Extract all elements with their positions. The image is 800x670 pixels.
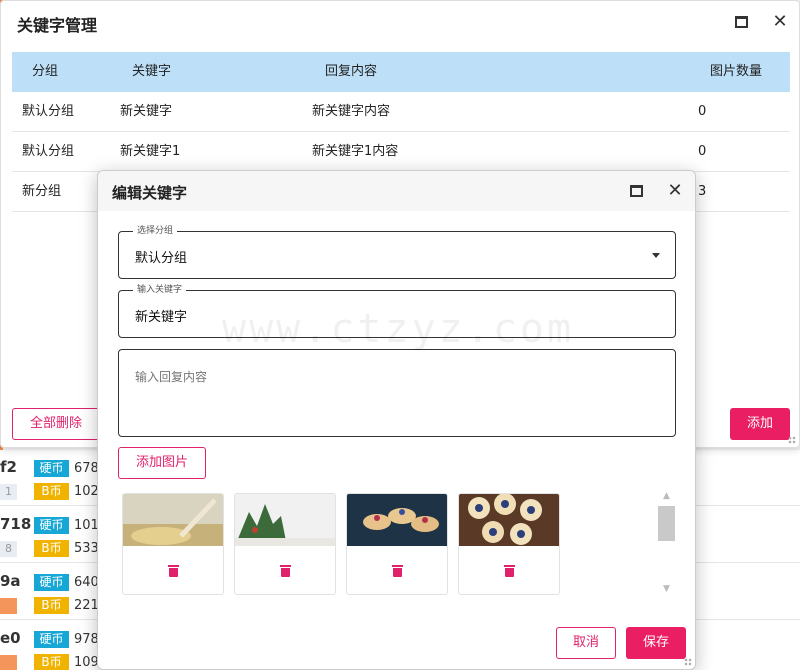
hard-coin-badge: 硬币 (34, 460, 69, 477)
delete-image-button[interactable] (504, 565, 515, 577)
maximize-icon (629, 185, 643, 197)
close-icon: ✕ (772, 11, 788, 32)
item-hash: 9a (0, 572, 21, 590)
image-card (122, 493, 224, 595)
hard-coin-badge: 硬币 (34, 517, 69, 534)
reply-textarea-box[interactable] (118, 349, 676, 437)
add-image-button[interactable]: 添加图片 (118, 447, 206, 479)
hard-coin-value: 101 (74, 518, 99, 533)
maximize-button[interactable] (627, 182, 645, 200)
cell-group: 默认分组 (22, 104, 75, 119)
column-header-keyword: 关键字 (132, 64, 172, 79)
edit-keyword-dialog: 编辑关键字 ✕ 选择分组 默认分组 输入关键字 新关键字 添加图片 (97, 170, 696, 670)
column-header-image-count: 图片数量 (710, 64, 763, 79)
group-select[interactable]: 选择分组 默认分组 (118, 225, 676, 279)
delete-all-button[interactable]: 全部删除 (12, 408, 100, 440)
maximize-button[interactable] (732, 13, 750, 31)
item-tag (0, 598, 17, 614)
save-button[interactable]: 保存 (626, 627, 686, 659)
dialog-title: 编辑关键字 (112, 184, 188, 202)
hard-coin-badge: 硬币 (34, 631, 69, 648)
b-coin-badge: B币 (34, 654, 69, 670)
cell-reply: 新关键字内容 (312, 104, 391, 119)
delete-image-button[interactable] (280, 565, 291, 577)
image-card (234, 493, 336, 595)
scrollbar-thumb[interactable] (658, 506, 675, 541)
b-coin-badge: B币 (34, 597, 69, 614)
item-tag: 8 (0, 541, 17, 557)
image-card (458, 493, 560, 595)
cell-reply: 新关键字1内容 (312, 144, 399, 159)
cell-group: 默认分组 (22, 144, 75, 159)
b-coin-value: 533 (74, 541, 99, 556)
dialog-header: 编辑关键字 ✕ (98, 171, 695, 211)
b-coin-value: 221 (74, 598, 99, 613)
resize-grip-icon[interactable] (788, 436, 796, 444)
scroll-down-icon[interactable]: ▼ (661, 584, 672, 595)
column-header-group: 分组 (32, 64, 59, 79)
keyword-input[interactable]: 输入关键字 新关键字 (118, 284, 676, 338)
item-hash: e0 (0, 629, 21, 647)
trash-icon (392, 565, 403, 567)
image-thumbnail (235, 494, 335, 546)
trash-icon (504, 565, 515, 567)
close-button[interactable]: ✕ (771, 13, 789, 31)
resize-grip-icon[interactable] (684, 658, 692, 666)
b-coin-value: 102 (74, 484, 99, 499)
image-thumbnail (459, 494, 559, 546)
group-select-label: 选择分组 (133, 225, 178, 237)
maximize-icon (734, 16, 748, 28)
item-tag (0, 655, 17, 670)
cell-keyword: 新关键字1 (120, 144, 181, 159)
trash-icon (168, 565, 179, 567)
cell-image-count: 0 (698, 144, 707, 159)
group-select-value: 默认分组 (135, 251, 188, 266)
keyword-input-label: 输入关键字 (133, 284, 187, 296)
dropdown-arrow-icon (652, 253, 660, 258)
column-header-reply: 回复内容 (325, 64, 378, 79)
image-list (122, 493, 662, 597)
trash-icon (280, 565, 291, 567)
item-hash: f2 (0, 458, 17, 476)
cell-group: 新分组 (22, 184, 62, 199)
cancel-button[interactable]: 取消 (556, 627, 616, 659)
delete-image-button[interactable] (392, 565, 403, 577)
hard-coin-value: 678 (74, 461, 99, 476)
b-coin-badge: B币 (34, 540, 69, 557)
delete-image-button[interactable] (168, 565, 179, 577)
scroll-up-icon[interactable]: ▲ (661, 491, 672, 502)
b-coin-badge: B币 (34, 483, 69, 500)
image-thumbnail (347, 494, 447, 546)
table-header: 分组 关键字 回复内容 图片数量 (12, 52, 790, 92)
hard-coin-value: 978 (74, 632, 99, 647)
image-list-scrollbar[interactable]: ▲ ▼ (658, 489, 675, 597)
hard-coin-badge: 硬币 (34, 574, 69, 591)
cell-keyword: 新关键字 (120, 104, 173, 119)
add-keyword-button[interactable]: 添加 (730, 408, 790, 440)
close-button[interactable]: ✕ (666, 182, 684, 200)
close-icon: ✕ (667, 180, 683, 201)
table-row[interactable]: 默认分组 新关键字 新关键字内容 0 (12, 92, 790, 132)
keyword-input-value: 新关键字 (135, 310, 188, 325)
dialog-title: 关键字管理 (17, 16, 98, 35)
hard-coin-value: 640 (74, 575, 99, 590)
image-card (346, 493, 448, 595)
b-coin-value: 109 (74, 655, 99, 670)
image-thumbnail (123, 494, 223, 546)
cell-image-count: 3 (698, 184, 707, 199)
reply-textarea[interactable] (135, 368, 655, 410)
item-tag: 1 (0, 484, 17, 500)
table-row[interactable]: 默认分组 新关键字1 新关键字1内容 0 (12, 132, 790, 172)
cell-image-count: 0 (698, 104, 707, 119)
item-hash: 718 (0, 515, 32, 533)
